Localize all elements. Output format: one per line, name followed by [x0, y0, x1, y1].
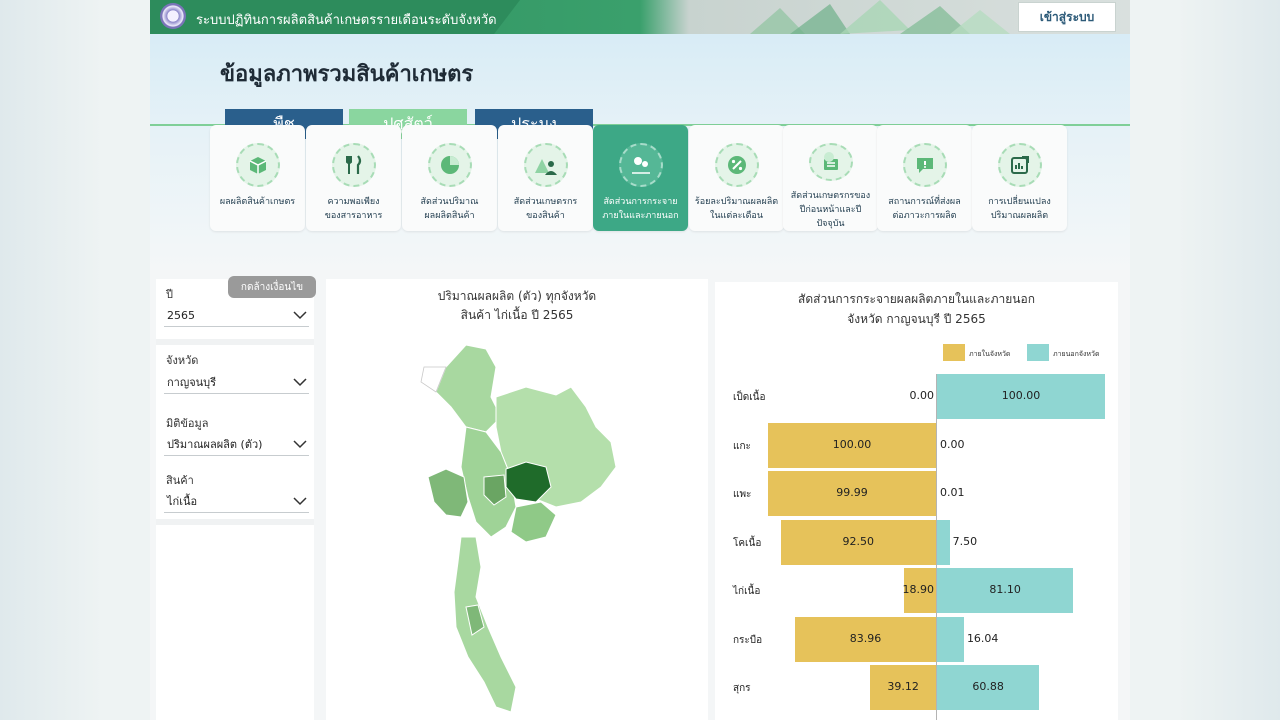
- dimension-label: มิติข้อมูล: [166, 417, 209, 430]
- bar-outside[interactable]: [937, 616, 964, 662]
- value-label-inside: 18.90: [902, 583, 935, 596]
- legend-label-inside: ภายในจังหวัด: [969, 350, 1011, 358]
- chart-title: สัดส่วนการกระจายผลผลิตภายในและภายนอก: [798, 292, 1035, 306]
- value-label-inside: 92.50: [842, 534, 875, 548]
- category-card-farmer-share[interactable]: สัดส่วนเกษตรกร ของสินค้า: [498, 125, 593, 231]
- box-icon: [235, 143, 280, 187]
- system-title: ระบบปฏิทินการผลิตสินค้าเกษตรรายเดือนระดั…: [196, 13, 497, 28]
- page-title: ข้อมูลภาพรวมสินค้าเกษตร: [220, 62, 474, 87]
- category-card-production[interactable]: ผลผลิตสินค้าเกษตร: [210, 125, 305, 231]
- year-label: ปี: [166, 288, 173, 301]
- farmer-icon: [523, 143, 568, 187]
- category-label: สถานการณ์ที่ส่งผล ต่อภาวะการผลิต: [888, 197, 961, 221]
- value-label-outside: 16.04: [966, 631, 999, 645]
- app-screen: ระบบปฏิทินการผลิตสินค้าเกษตรรายเดือนระดั…: [150, 0, 1130, 720]
- value-label-outside: 0.01: [940, 486, 965, 499]
- category-label: สัดส่วนปริมาณ ผลผลิตสินค้า: [420, 197, 479, 221]
- top-bar: ระบบปฏิทินการผลิตสินค้าเกษตรรายเดือนระดั…: [150, 0, 1130, 34]
- map-title: ปริมาณผลผลิต (ตัว) ทุกจังหวัด: [437, 289, 597, 303]
- map-pin-icon: [618, 143, 663, 187]
- category-card-product-share[interactable]: สัดส่วนปริมาณ ผลผลิตสินค้า: [402, 125, 497, 231]
- distribution-chart-panel: สัดส่วนการกระจายผลผลิตภายในและภายนอก จัง…: [715, 282, 1118, 720]
- category-card-situation[interactable]: สถานการณ์ที่ส่งผล ต่อภาวะการผลิต: [877, 125, 972, 231]
- category-label: ผลผลิตสินค้าเกษตร: [219, 197, 296, 207]
- ministry-logo: [160, 3, 186, 29]
- map-region-north: [435, 344, 502, 433]
- map-subtitle: สินค้า ไก่เนื้อ ปี 2565: [460, 308, 574, 322]
- chevron-down-icon: [293, 311, 307, 320]
- province-select[interactable]: กาญจนบุรี: [164, 372, 309, 394]
- fork-knife-icon: [331, 143, 376, 187]
- percent-icon: [714, 143, 759, 187]
- chevron-down-icon: [293, 378, 307, 387]
- chevron-down-icon: [293, 497, 307, 506]
- map-panel: ปริมาณผลผลิต (ตัว) ทุกจังหวัด สินค้า ไก่…: [326, 279, 708, 720]
- province-value: กาญจนบุรี: [167, 376, 217, 389]
- value-label-outside: 81.10: [989, 583, 1021, 596]
- year-select[interactable]: 2565: [164, 305, 309, 327]
- legend-label-outside: ภายนอกจังหวัด: [1053, 350, 1100, 358]
- value-label-outside: 7.50: [952, 534, 978, 548]
- category-card-farmer-compare[interactable]: สัดส่วนเกษตรกรของ ปีก่อนหน้าและปีปัจจุบัน: [783, 125, 878, 231]
- clear-filters-button[interactable]: กดล้างเงื่อนไข: [228, 276, 316, 298]
- category-card-nutrition[interactable]: ความพอเพียง ของสารอาหาร: [306, 125, 401, 231]
- value-label-inside: 99.99: [836, 486, 868, 499]
- bar-outside[interactable]: [937, 519, 950, 565]
- category-label: ไก่เนื้อ: [733, 586, 761, 597]
- category-label: แกะ: [733, 440, 751, 452]
- legend-swatch-outside: [1027, 344, 1049, 361]
- value-label-outside: 60.88: [972, 680, 1004, 693]
- product-select[interactable]: ไก่เนื้อ: [164, 491, 309, 513]
- value-label-inside: 39.12: [887, 680, 919, 693]
- product-value: ไก่เนื้อ: [167, 495, 198, 508]
- chart-subtitle: จังหวัด กาญจนบุรี ปี 2565: [847, 312, 986, 326]
- category-label: สัดส่วนเกษตรกรของ ปีก่อนหน้าและปีปัจจุบัน: [790, 191, 871, 229]
- category-label: ความพอเพียง ของสารอาหาร: [324, 197, 383, 221]
- value-label-outside: 100.00: [1001, 389, 1041, 402]
- legend-swatch-inside: [943, 344, 965, 361]
- thailand-province-map[interactable]: [406, 337, 626, 720]
- category-label: การเปลี่ยนแปลง ปริมาณผลผลิต: [988, 197, 1051, 221]
- category-card-change[interactable]: การเปลี่ยนแปลง ปริมาณผลผลิต: [972, 125, 1067, 231]
- map-province-kanchanaburi: [427, 468, 469, 518]
- filter-separator: [156, 519, 314, 525]
- calendar-chart-icon: [808, 143, 853, 181]
- category-card-distribution[interactable]: สัดส่วนการกระจาย ภายในและภายนอก: [593, 125, 688, 231]
- value-label-inside: 100.00: [832, 437, 872, 451]
- product-label: สินค้า: [166, 474, 194, 487]
- province-label: จังหวัด: [166, 354, 199, 367]
- category-label: สัดส่วนการกระจาย ภายในและภายนอก: [602, 197, 679, 221]
- leaf-decoration: [750, 0, 1010, 34]
- trend-chart-icon: [997, 143, 1042, 187]
- category-label: แพะ: [733, 489, 752, 500]
- value-label-inside: 83.96: [849, 631, 882, 645]
- map-region-south: [453, 536, 517, 713]
- chevron-down-icon: [293, 440, 307, 449]
- login-button[interactable]: เข้าสู่ระบบ: [1018, 2, 1116, 32]
- category-label: กระบือ: [733, 634, 763, 646]
- pie-chart-icon: [427, 143, 472, 187]
- dimension-select[interactable]: ปริมาณผลผลิต (ตัว): [164, 434, 309, 456]
- value-label-outside: 0.00: [940, 437, 965, 451]
- chat-alert-icon: [902, 143, 947, 187]
- dimension-value: ปริมาณผลผลิต (ตัว): [167, 438, 263, 451]
- category-label: เป็ดเนื้อ: [733, 392, 766, 403]
- category-label: ร้อยละปริมาณผลผลิต ในแต่ละเดือน: [694, 197, 779, 221]
- filter-panel: ปี 2565 จังหวัด กาญจนบุรี มิติข้อมูล ปริ…: [156, 279, 314, 720]
- category-card-monthly-percent[interactable]: ร้อยละปริมาณผลผลิต ในแต่ละเดือน: [689, 125, 784, 231]
- map-region-east: [510, 501, 557, 543]
- year-value: 2565: [167, 309, 195, 322]
- category-label: สัดส่วนเกษตรกร ของสินค้า: [513, 197, 578, 221]
- category-label: สุกร: [733, 683, 751, 694]
- category-label: โคเนื้อ: [733, 537, 762, 549]
- filter-separator: [156, 339, 314, 345]
- value-label-inside: 0.00: [909, 389, 935, 402]
